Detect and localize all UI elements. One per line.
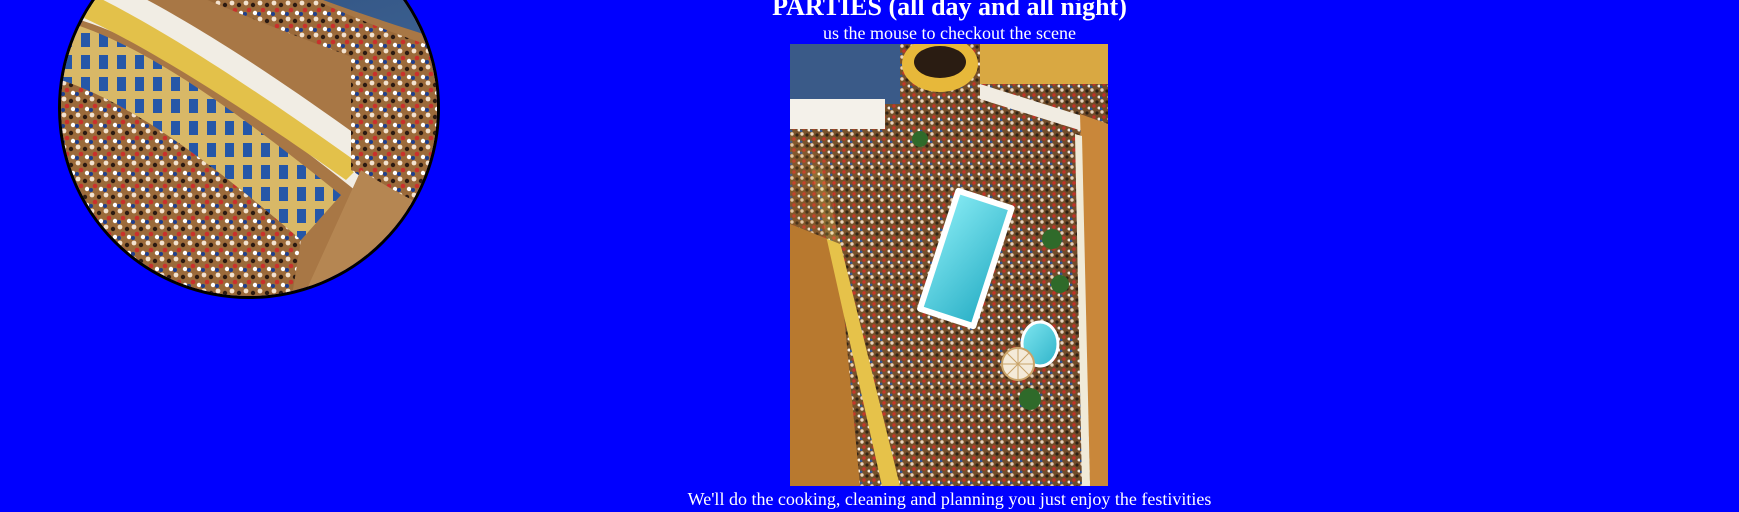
magnifier-glass[interactable] [58, 0, 440, 299]
instruction-text: us the mouse to checkout the scene [823, 23, 1076, 43]
party-deck-photo[interactable] [790, 44, 1108, 486]
footer-caption: We'll do the cooking, cleaning and plann… [687, 489, 1212, 509]
magnified-deck-image [61, 0, 437, 296]
page-title: PARTIES (all day and all night) [772, 0, 1127, 21]
page: PARTIES (all day and all night) us the m… [0, 0, 1739, 512]
deck-photo-image [790, 44, 1108, 486]
